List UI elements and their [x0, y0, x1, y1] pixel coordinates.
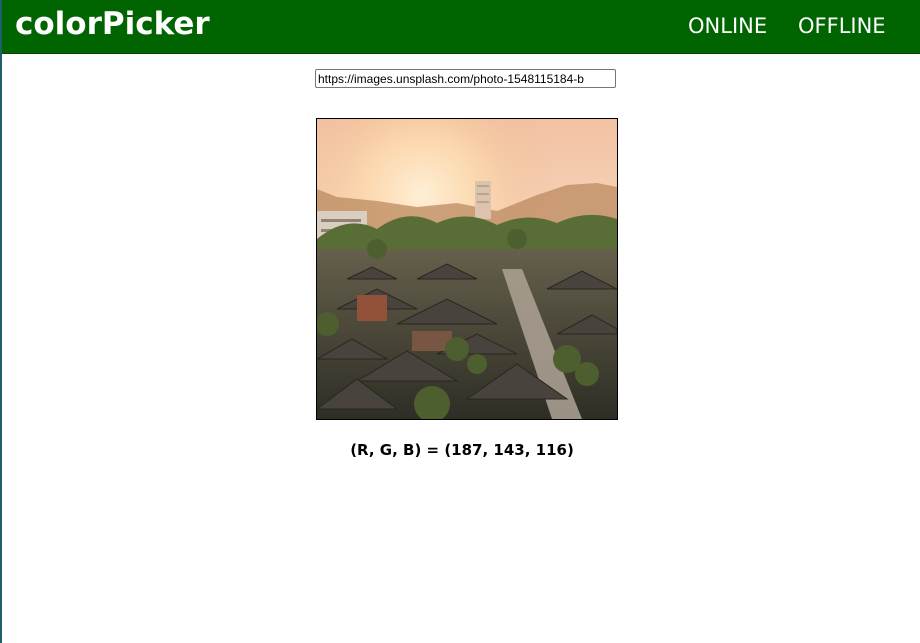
- nav-offline-link[interactable]: OFFLINE: [798, 13, 886, 39]
- source-image[interactable]: [316, 118, 618, 420]
- top-navbar: colorPicker ONLINE OFFLINE: [2, 0, 920, 54]
- rgb-readout: (R, G, B) = (187, 143, 116): [350, 441, 574, 459]
- color-picker-page: colorPicker ONLINE OFFLINE https://image…: [0, 0, 920, 643]
- nav-online-link[interactable]: ONLINE: [688, 13, 767, 39]
- image-url-input[interactable]: [315, 69, 616, 88]
- photo-of-rooftops-at-sunset-icon: [317, 119, 617, 419]
- brand-logo[interactable]: colorPicker: [15, 5, 210, 43]
